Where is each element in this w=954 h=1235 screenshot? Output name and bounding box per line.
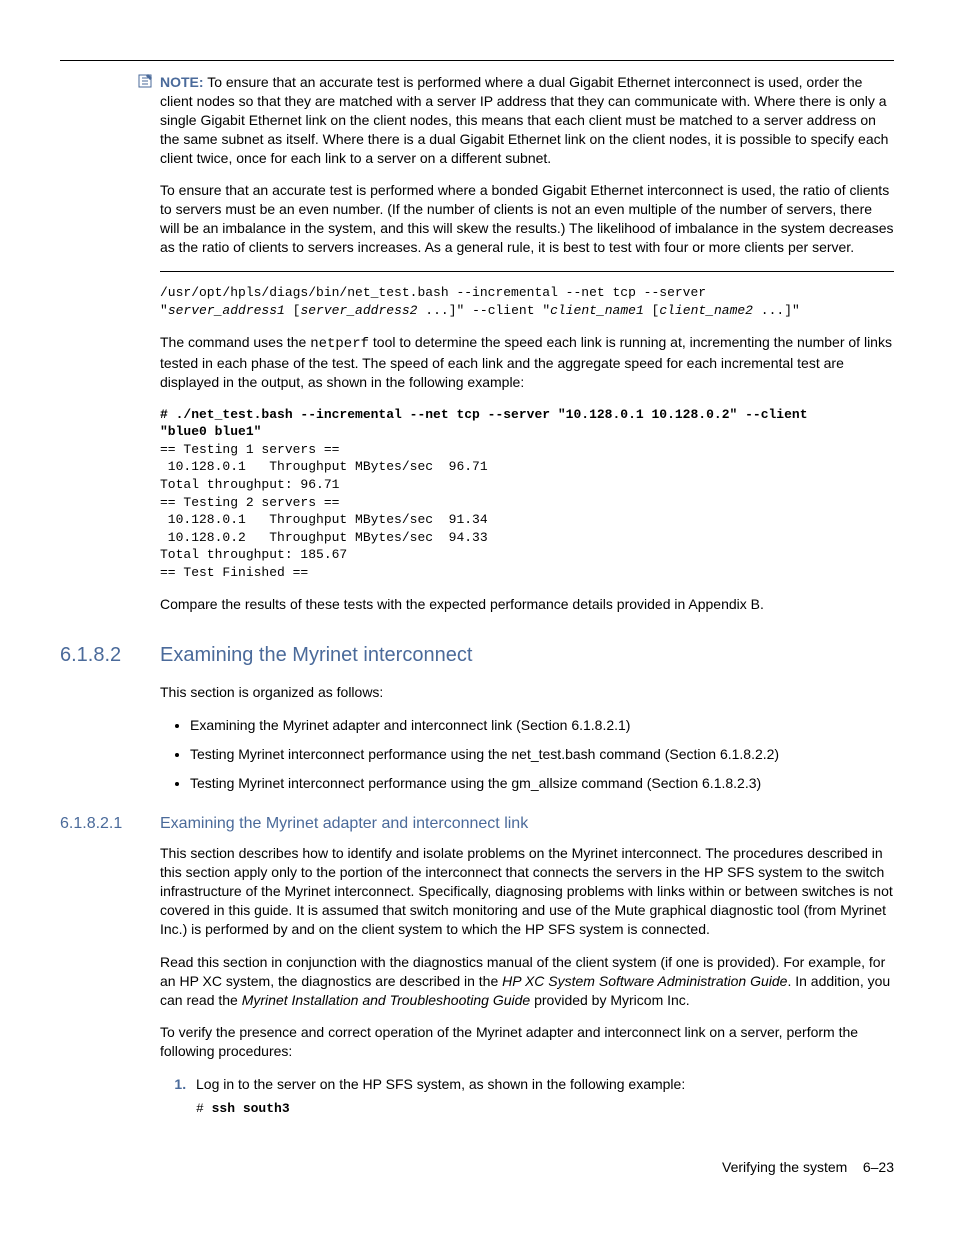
sub-p2: Read this section in conjunction with th…	[160, 953, 894, 1010]
el2: ...]	[753, 303, 792, 318]
client-name2: client_name2	[659, 303, 753, 318]
page-footer: Verifying the system 6–23	[60, 1158, 894, 1177]
sub-p1: This section describes how to identify a…	[160, 844, 894, 938]
client-flag: " --client "	[457, 303, 551, 318]
client-name1: client_name1	[550, 303, 644, 318]
subsection-6-1-8-2-1-heading: 6.1.8.2.1Examining the Myrinet adapter a…	[60, 813, 894, 835]
list-item: Testing Myrinet interconnect performance…	[190, 774, 894, 793]
cmd-path: /usr/opt/hpls/diags/bin/net_test.bash --…	[160, 285, 714, 300]
server-addr2: server_address2	[300, 303, 417, 318]
mid-rule	[160, 271, 894, 272]
q2: "	[792, 303, 800, 318]
example-cmd-1: # ./net_test.bash --incremental --net tc…	[160, 407, 815, 422]
footer-text: Verifying the system	[722, 1159, 847, 1175]
p2c: provided by Myricom Inc.	[530, 992, 690, 1008]
section-intro: This section is organized as follows:	[160, 683, 894, 702]
step-1-text: Log in to the server on the HP SFS syste…	[196, 1076, 685, 1092]
guide-title-2: Myrinet Installation and Troubleshooting…	[242, 992, 530, 1008]
br1: [	[285, 303, 301, 318]
example-output: == Testing 1 servers == 10.128.0.1 Throu…	[160, 442, 488, 580]
step-1-code: # ssh south3	[196, 1100, 894, 1118]
section-number: 6.1.8.2	[60, 642, 160, 669]
section-6-1-8-2-heading: 6.1.8.2Examining the Myrinet interconnec…	[60, 642, 894, 669]
note-label: NOTE:	[160, 74, 204, 90]
example-output-block: # ./net_test.bash --incremental --net tc…	[160, 406, 894, 581]
prompt: #	[196, 1101, 212, 1116]
server-addr1: server_address1	[168, 303, 285, 318]
note-text-1: To ensure that an accurate test is perfo…	[160, 74, 888, 166]
ssh-command: ssh south3	[212, 1101, 290, 1116]
el1: ...]	[417, 303, 456, 318]
top-rule	[60, 60, 894, 61]
section-bullet-list: Examining the Myrinet adapter and interc…	[160, 716, 894, 793]
note-paragraph-1: NOTE: To ensure that an accurate test is…	[160, 73, 894, 167]
procedure-list: Log in to the server on the HP SFS syste…	[160, 1075, 894, 1117]
netperf-paragraph: The command uses the netperf tool to det…	[160, 333, 894, 392]
note-paragraph-2: To ensure that an accurate test is perfo…	[160, 181, 894, 257]
page-number: 6–23	[863, 1159, 894, 1175]
cmd-para-a: The command uses the	[160, 334, 310, 350]
step-1: Log in to the server on the HP SFS syste…	[190, 1075, 894, 1117]
sub-p3: To verify the presence and correct opera…	[160, 1023, 894, 1061]
netperf-tool: netperf	[310, 336, 369, 352]
guide-title-1: HP XC System Software Administration Gui…	[502, 973, 787, 989]
compare-paragraph: Compare the results of these tests with …	[160, 595, 894, 614]
br2: [	[644, 303, 660, 318]
q1: "	[160, 303, 168, 318]
command-syntax-block: /usr/opt/hpls/diags/bin/net_test.bash --…	[160, 284, 894, 319]
note-block: NOTE: To ensure that an accurate test is…	[160, 73, 894, 257]
section-title: Examining the Myrinet interconnect	[160, 644, 472, 666]
list-item: Testing Myrinet interconnect performance…	[190, 745, 894, 764]
subsection-number: 6.1.8.2.1	[60, 813, 160, 835]
example-cmd-2: "blue0 blue1"	[160, 424, 261, 439]
subsection-title: Examining the Myrinet adapter and interc…	[160, 815, 528, 832]
note-icon	[138, 73, 154, 94]
list-item: Examining the Myrinet adapter and interc…	[190, 716, 894, 735]
